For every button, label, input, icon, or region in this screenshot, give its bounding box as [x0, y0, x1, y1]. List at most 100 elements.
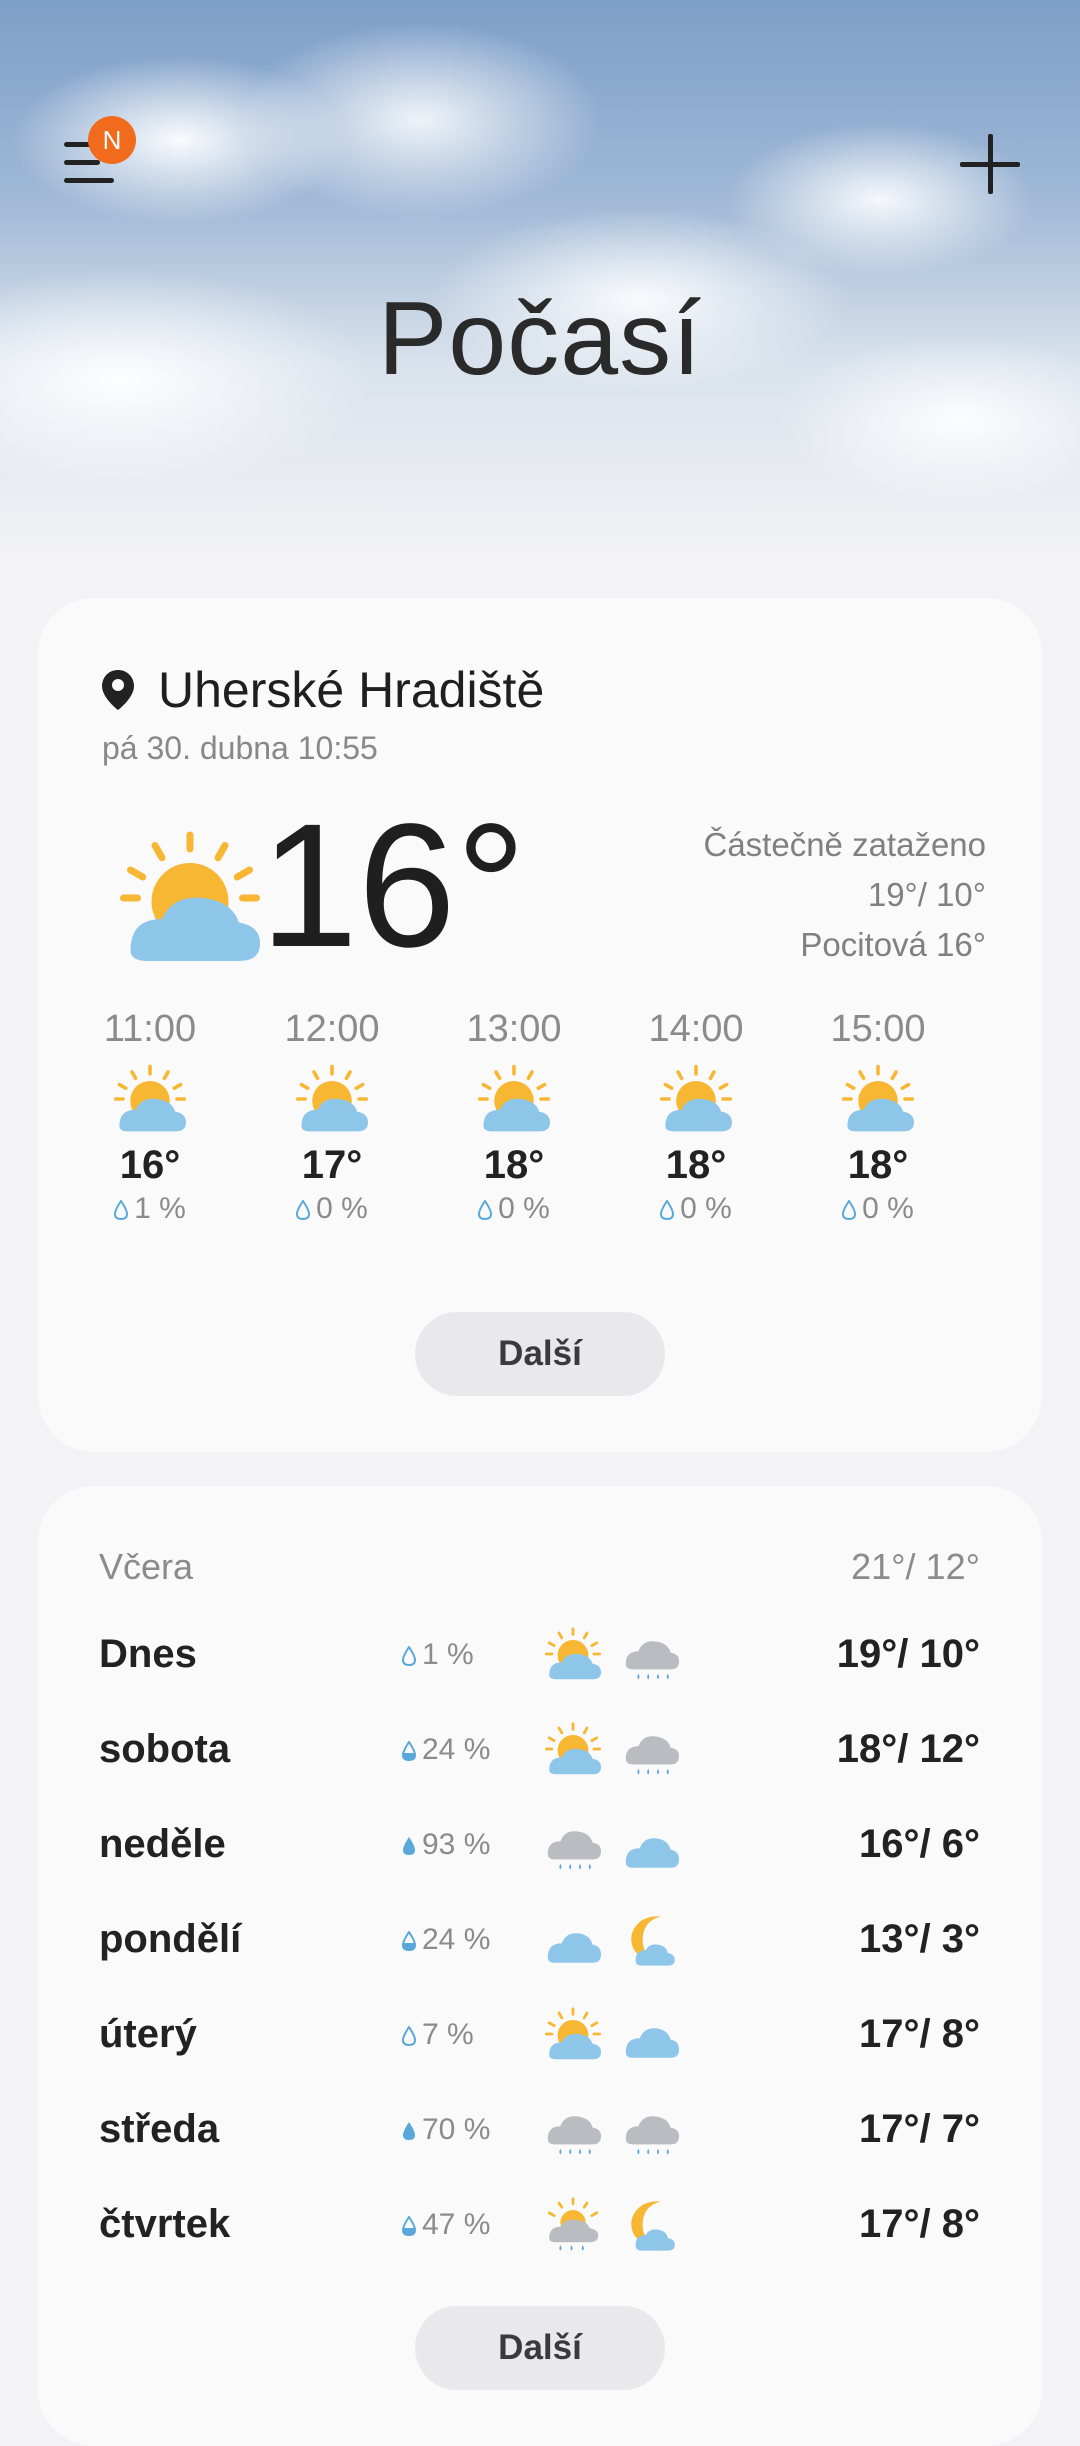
raindrop-icon [403, 2122, 415, 2140]
hour-rain-value: 1 % [134, 1192, 186, 1225]
day-name: neděle [99, 1822, 226, 1866]
day-temps: 17°/ 8° [859, 2012, 980, 2056]
hour-time: 13:00 [466, 1008, 562, 1050]
rain-cloud-icon [547, 2116, 601, 2155]
hour-time: 14:00 [648, 1008, 744, 1050]
day-temps: 16°/ 6° [859, 1822, 980, 1866]
raindrop-icon [402, 2026, 416, 2046]
daily-forecast-card[interactable]: Včera 21°/ 12° Dnes 1 % 19°/ 10° sobota … [38, 1486, 1042, 2446]
partly-cloudy-icon [295, 1064, 370, 1134]
plus-icon[interactable] [956, 130, 1024, 198]
day-name: sobota [99, 1727, 231, 1771]
day-rain: 1 % [402, 1638, 474, 1672]
rain-cloud-icon [547, 1831, 601, 1870]
hour-temp: 18° [483, 1143, 545, 1187]
partly-cloudy-icon [659, 1064, 734, 1134]
day-rain-value: 1 % [422, 1638, 474, 1671]
partly-cloudy-icon [477, 1064, 552, 1134]
cloud-icon [625, 2028, 679, 2058]
daily-row[interactable]: neděle 93 % 16°/ 6° [38, 1806, 1042, 1886]
daily-row[interactable]: Dnes 1 % 19°/ 10° [38, 1616, 1042, 1696]
day-rain: 24 % [402, 1733, 490, 1767]
day-name: pondělí [99, 1917, 242, 1961]
moon-cloud-icon [631, 2201, 675, 2251]
partly-cloudy-icon [545, 1722, 603, 1776]
moon-cloud-icon [631, 1916, 675, 1966]
high-low-text: 19°/ 10° [867, 876, 986, 913]
sun-rain-cloud-icon [547, 2197, 600, 2252]
hour-temp: 16° [119, 1143, 181, 1187]
raindrop-icon [402, 2216, 416, 2236]
raindrop-icon [296, 1200, 311, 1220]
current-temperature: 16° [260, 788, 527, 984]
hour-temp: 17° [301, 1143, 363, 1187]
raindrop-icon [402, 1646, 416, 1666]
hour-rain: 0 % [616, 1192, 776, 1226]
hour-item: 11:00 16° 1 % [70, 1008, 230, 1226]
day-rain-value: 7 % [422, 2018, 474, 2051]
day-name: středa [99, 2107, 220, 2151]
location-name: Uherské Hradiště [158, 662, 545, 718]
raindrop-icon [114, 1200, 129, 1220]
day-temps: 19°/ 10° [836, 1632, 980, 1676]
daily-row[interactable]: středa 70 % 17°/ 7° [38, 2091, 1042, 2171]
hour-item: 12:00 17° 0 % [252, 1008, 412, 1226]
hour-rain-value: 0 % [498, 1192, 550, 1225]
hour-time: 12:00 [284, 1008, 380, 1050]
hour-rain: 0 % [434, 1192, 594, 1226]
day-rain-value: 93 % [422, 1828, 491, 1861]
yesterday-temps: 21°/ 12° [851, 1546, 980, 1587]
daily-row[interactable]: čtvrtek 47 % 17°/ 8° [38, 2186, 1042, 2266]
partly-cloudy-icon [114, 1064, 188, 1134]
day-temps: 17°/ 8° [859, 2202, 980, 2246]
condition-text: Částečně zataženo [703, 826, 986, 863]
hour-temp: 18° [665, 1143, 727, 1187]
updated-datetime: pá 30. dubna 10:55 [102, 730, 378, 766]
daily-row[interactable]: úterý 7 % 17°/ 8° [38, 1996, 1042, 2076]
hour-temp: 18° [847, 1143, 909, 1187]
hour-time: 15:00 [830, 1008, 926, 1050]
day-name: úterý [99, 2012, 197, 2056]
raindrop-icon [842, 1200, 857, 1220]
cloud-icon [625, 1838, 679, 1868]
hour-item: 14:00 18° 0 % [616, 1008, 776, 1226]
yesterday-label: Včera [99, 1546, 194, 1587]
condition-block: Částečně zataženo 19°/ 10° Pocitová 16° [703, 820, 986, 970]
hour-rain: 0 % [252, 1192, 412, 1226]
hour-time: 11:00 [103, 1008, 197, 1050]
hour-rain-value: 0 % [680, 1192, 732, 1225]
location-pin-icon [102, 670, 134, 710]
hour-rain: 1 % [70, 1192, 230, 1226]
current-weather-card[interactable]: Uherské Hradiště pá 30. dubna 10:55 16° … [38, 598, 1042, 1452]
hourly-more-button[interactable]: Další [415, 1312, 665, 1396]
raindrop-icon [403, 1837, 415, 1855]
day-rain: 70 % [402, 2113, 490, 2147]
cloud-icon [547, 1933, 601, 1963]
day-rain: 47 % [402, 2208, 490, 2242]
raindrop-icon [402, 1741, 416, 1761]
notification-badge: N [88, 116, 136, 164]
daily-row[interactable]: sobota 24 % 18°/ 12° [38, 1711, 1042, 1791]
daily-row[interactable]: pondělí 24 % 13°/ 3° [38, 1901, 1042, 1981]
partly-cloudy-icon [545, 2007, 603, 2061]
raindrop-icon [402, 1931, 416, 1951]
feels-like-text: Pocitová 16° [800, 926, 986, 963]
day-name: Dnes [99, 1632, 197, 1676]
partly-cloudy-icon [100, 828, 280, 968]
day-rain-value: 70 % [422, 2113, 491, 2146]
daily-more-button[interactable]: Další [415, 2306, 665, 2390]
partly-cloudy-icon [545, 1627, 603, 1681]
hour-rain-value: 0 % [862, 1192, 914, 1225]
rain-cloud-icon [625, 1641, 679, 1680]
day-name: čtvrtek [99, 2202, 231, 2246]
hourly-forecast[interactable]: 11:00 16° 1 % 12:00 17° 0 % 13:00 18° 0 … [70, 1008, 1010, 1225]
hour-rain-value: 0 % [316, 1192, 368, 1225]
day-rain: 93 % [402, 1828, 490, 1862]
day-temps: 13°/ 3° [859, 1917, 980, 1961]
hour-item: 13:00 18° 0 % [434, 1008, 594, 1226]
raindrop-icon [478, 1200, 493, 1220]
day-rain-value: 47 % [422, 2208, 491, 2241]
day-rain: 7 % [402, 2018, 474, 2052]
day-rain: 24 % [402, 1923, 490, 1957]
partly-cloudy-icon [841, 1064, 916, 1134]
